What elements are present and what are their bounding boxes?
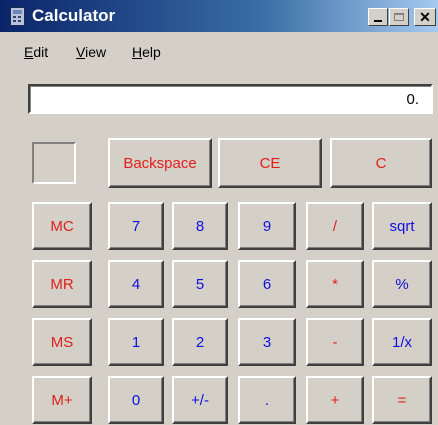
decimal-point-button[interactable]: . xyxy=(238,376,296,424)
title-bar[interactable]: Calculator ✕ xyxy=(0,0,438,32)
maximize-button[interactable] xyxy=(389,8,409,26)
menu-edit-mnemonic: E xyxy=(24,44,34,60)
clear-button[interactable]: C xyxy=(330,138,432,188)
menu-edit[interactable]: Edit xyxy=(24,44,48,60)
close-icon: ✕ xyxy=(419,9,431,25)
clear-entry-button[interactable]: CE xyxy=(218,138,322,188)
subtract-button[interactable]: - xyxy=(306,318,364,366)
minimize-button[interactable] xyxy=(368,8,388,26)
backspace-button[interactable]: Backspace xyxy=(108,138,212,188)
digit-5-button[interactable]: 5 xyxy=(172,260,228,308)
reciprocal-button[interactable]: 1/x xyxy=(372,318,432,366)
percent-button[interactable]: % xyxy=(372,260,432,308)
minimize-icon xyxy=(374,20,382,22)
menu-view-mnemonic: V xyxy=(76,44,86,60)
menu-bar: Edit View Help xyxy=(0,44,438,64)
add-button[interactable]: + xyxy=(306,376,364,424)
menu-help[interactable]: Help xyxy=(132,44,161,60)
equals-button[interactable]: = xyxy=(372,376,432,424)
divide-button[interactable]: / xyxy=(306,202,364,250)
menu-edit-label: dit xyxy=(33,44,49,60)
digit-7-button[interactable]: 7 xyxy=(108,202,164,250)
digit-6-button[interactable]: 6 xyxy=(238,260,296,308)
digit-2-button[interactable]: 2 xyxy=(172,318,228,366)
memory-add-button[interactable]: M+ xyxy=(32,376,92,424)
digit-4-button[interactable]: 4 xyxy=(108,260,164,308)
digit-1-button[interactable]: 1 xyxy=(108,318,164,366)
digit-3-button[interactable]: 3 xyxy=(238,318,296,366)
close-button[interactable]: ✕ xyxy=(414,8,436,26)
menu-view-label: iew xyxy=(85,44,107,60)
digit-9-button[interactable]: 9 xyxy=(238,202,296,250)
display-value: 0. xyxy=(406,91,419,108)
result-display[interactable]: 0. xyxy=(28,84,433,114)
digit-8-button[interactable]: 8 xyxy=(172,202,228,250)
sqrt-button[interactable]: sqrt xyxy=(372,202,432,250)
calculator-icon xyxy=(10,7,25,26)
digit-0-button[interactable]: 0 xyxy=(108,376,164,424)
multiply-button[interactable]: * xyxy=(306,260,364,308)
memory-store-button[interactable]: MS xyxy=(32,318,92,366)
window-title: Calculator xyxy=(32,6,116,25)
menu-view[interactable]: View xyxy=(76,44,106,60)
memory-recall-button[interactable]: MR xyxy=(32,260,92,308)
memory-indicator xyxy=(32,142,76,184)
memory-clear-button[interactable]: MC xyxy=(32,202,92,250)
menu-help-label: elp xyxy=(142,44,161,60)
maximize-icon xyxy=(394,13,404,21)
calculator-window: Calculator ✕ Edit View Help 0. Backspace… xyxy=(0,0,438,425)
negate-button[interactable]: +/- xyxy=(172,376,228,424)
menu-help-mnemonic: H xyxy=(132,44,143,60)
